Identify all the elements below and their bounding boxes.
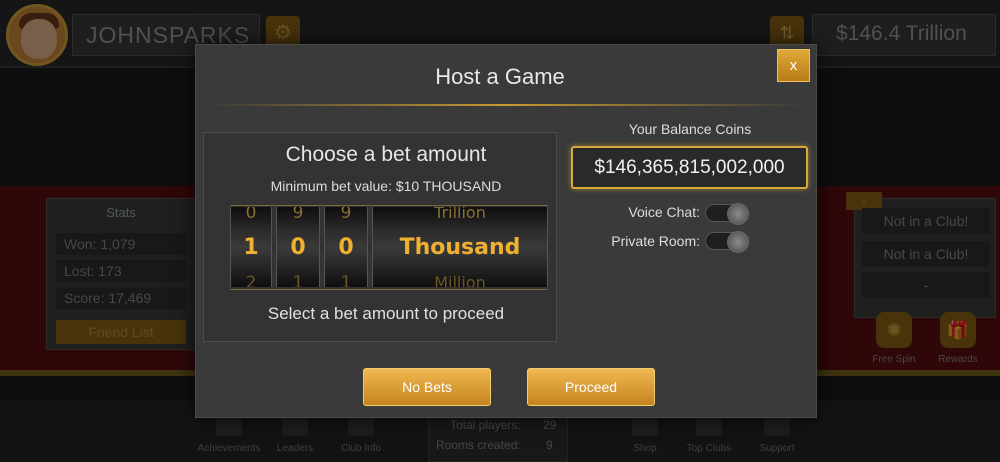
digit-wheel-2[interactable]: 9 0 1 bbox=[276, 207, 320, 287]
balance-coins-value: $146,365,815,002,000 bbox=[594, 157, 785, 178]
wheel-bottom-rule bbox=[230, 289, 548, 290]
wheel-next-value: 1 bbox=[340, 273, 352, 287]
voice-chat-label: Voice Chat: bbox=[628, 204, 700, 220]
balance-coins-label: Your Balance Coins bbox=[628, 121, 752, 137]
digit-wheel-3[interactable]: 9 0 1 bbox=[324, 207, 368, 287]
unit-wheel[interactable]: Trillion Thousand Million bbox=[372, 207, 548, 287]
wheel-top-rule bbox=[230, 205, 548, 206]
private-room-toggle[interactable] bbox=[705, 231, 749, 253]
no-bets-button[interactable]: No Bets bbox=[363, 368, 491, 406]
toggle-knob bbox=[727, 231, 749, 253]
wheel-prev-value: 9 bbox=[292, 207, 304, 223]
toggle-knob bbox=[727, 203, 749, 225]
wheel-next-value: 2 bbox=[245, 273, 257, 287]
modal-title: Host a Game bbox=[435, 64, 565, 89]
close-button[interactable]: x bbox=[777, 49, 810, 82]
wheel-prev-value: Trillion bbox=[434, 207, 486, 222]
proceed-button[interactable]: Proceed bbox=[527, 368, 655, 406]
private-room-label: Private Room: bbox=[611, 233, 700, 249]
wheel-current-value: 1 bbox=[243, 235, 259, 260]
wheel-current-value: 0 bbox=[290, 235, 306, 260]
bet-hint: Select a bet amount to proceed bbox=[267, 304, 505, 323]
wheel-prev-value: 0 bbox=[245, 207, 257, 223]
voice-chat-toggle[interactable] bbox=[705, 203, 749, 225]
wheel-next-value: Million bbox=[434, 273, 486, 287]
wheel-current-value: Thousand bbox=[399, 235, 521, 260]
title-divider bbox=[206, 104, 804, 106]
bet-title: Choose a bet amount bbox=[285, 143, 487, 166]
wheel-next-value: 1 bbox=[292, 273, 304, 287]
minimum-bet: Minimum bet value: $10 THOUSAND bbox=[270, 178, 502, 194]
wheel-prev-value: 9 bbox=[340, 207, 352, 223]
wheel-current-value: 0 bbox=[338, 235, 354, 260]
digit-wheel-1[interactable]: 0 1 2 bbox=[230, 207, 272, 287]
